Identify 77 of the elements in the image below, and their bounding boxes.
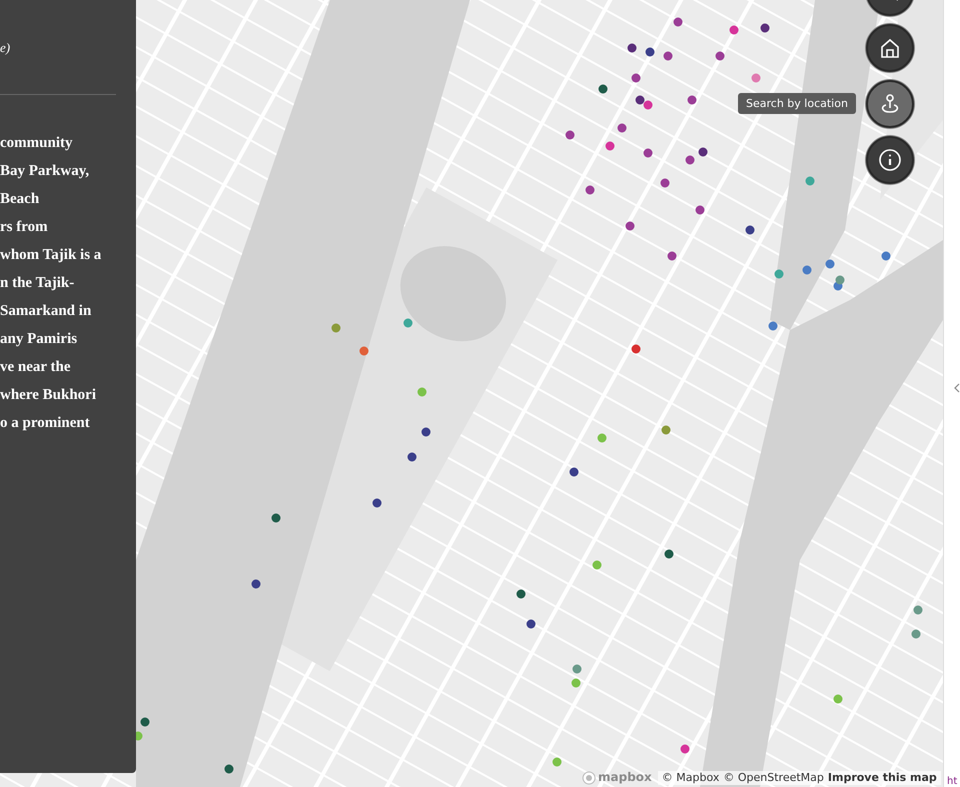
panel-text-line: where Bukhori — [0, 386, 97, 405]
map-marker[interactable] — [632, 344, 640, 354]
panel-text-line: rs from — [0, 218, 49, 237]
map-marker[interactable] — [372, 498, 382, 508]
map-marker[interactable] — [626, 222, 634, 230]
map-marker[interactable] — [716, 52, 724, 60]
map-marker[interactable] — [912, 630, 920, 638]
map-marker[interactable] — [404, 318, 412, 328]
map-marker[interactable] — [768, 322, 778, 330]
map-marker[interactable] — [644, 148, 652, 158]
map-marker[interactable] — [360, 346, 368, 356]
map-marker[interactable] — [836, 276, 844, 284]
panel-text-line: any Pamiris — [0, 330, 78, 349]
map-marker[interactable] — [636, 96, 644, 104]
panel-text-line: n the Tajik- — [0, 274, 76, 293]
map-marker[interactable] — [526, 620, 536, 628]
map-marker[interactable] — [752, 74, 760, 82]
map-marker[interactable] — [598, 434, 606, 442]
map-marker[interactable] — [774, 270, 784, 278]
map-marker[interactable] — [572, 678, 580, 688]
map-marker[interactable] — [332, 324, 340, 332]
map-marker[interactable] — [686, 156, 694, 164]
map-marker[interactable] — [696, 206, 704, 214]
map-marker[interactable] — [660, 178, 670, 188]
panel-text-line: Samarkand in — [0, 302, 92, 321]
map-marker[interactable] — [644, 100, 652, 110]
map-marker[interactable] — [826, 260, 834, 268]
info-icon — [878, 148, 902, 172]
map-marker[interactable] — [688, 96, 696, 104]
map-marker[interactable] — [570, 468, 578, 476]
map-marker[interactable] — [224, 764, 234, 774]
map-marker[interactable] — [668, 252, 676, 260]
map-marker[interactable] — [730, 26, 738, 34]
map-marker[interactable] — [662, 426, 670, 434]
map-marker[interactable] — [598, 84, 608, 94]
map-marker[interactable] — [552, 758, 562, 766]
panel-text-line: o a prominent — [0, 414, 91, 433]
map-marker[interactable] — [664, 52, 672, 60]
map-marker[interactable] — [646, 48, 654, 56]
map-marker[interactable] — [592, 560, 602, 570]
map-marker[interactable] — [586, 186, 594, 194]
attribution-link[interactable]: © Mapbox — [662, 770, 720, 784]
map-marker[interactable] — [422, 428, 430, 436]
map-marker[interactable] — [802, 266, 812, 274]
map-marker[interactable] — [418, 388, 426, 396]
panel-text-line: community — [0, 134, 74, 153]
panel-subtitle: e) — [0, 40, 12, 56]
home-icon — [879, 37, 901, 59]
map-marker[interactable] — [760, 24, 770, 32]
map-marker[interactable] — [272, 514, 280, 522]
panel-text-line: whom Tajik is a — [0, 246, 102, 265]
map-marker[interactable] — [628, 44, 636, 52]
map-marker[interactable] — [632, 74, 640, 82]
map-marker[interactable] — [746, 226, 754, 234]
map-marker[interactable] — [408, 452, 416, 462]
map-marker[interactable] — [252, 580, 260, 588]
map-marker[interactable] — [618, 124, 626, 132]
map-marker[interactable] — [566, 130, 574, 140]
page-link[interactable]: ht — [947, 776, 958, 787]
map-marker[interactable] — [516, 590, 526, 598]
attribution-link[interactable]: Improve this map — [828, 770, 937, 784]
panel-text-line: Beach — [0, 190, 40, 209]
map-marker[interactable] — [806, 176, 814, 186]
map-marker[interactable] — [674, 18, 682, 26]
panel-text-line: Bay Parkway, — [0, 162, 90, 181]
map-marker[interactable] — [140, 718, 150, 726]
map-marker[interactable] — [914, 606, 922, 614]
map-marker[interactable] — [664, 550, 674, 558]
map-marker[interactable] — [606, 142, 614, 150]
map-marker[interactable] — [572, 664, 582, 674]
tooltip: Search by location — [738, 93, 856, 114]
map-marker[interactable] — [882, 252, 890, 260]
map-marker[interactable] — [680, 744, 690, 754]
panel-text-line: ve near the — [0, 358, 72, 377]
map-marker[interactable] — [834, 694, 842, 704]
attribution-link[interactable]: © OpenStreetMap — [723, 770, 824, 784]
map-marker[interactable] — [698, 148, 708, 156]
